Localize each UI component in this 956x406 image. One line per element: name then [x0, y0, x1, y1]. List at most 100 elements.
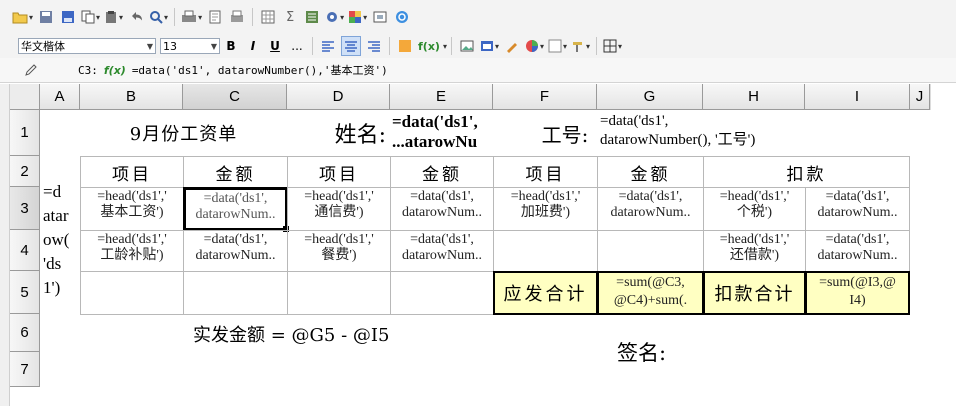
grid-icon[interactable]: [259, 8, 277, 26]
format-toolbar: 华文楷体 ▼ 13 ▼ B I U ... f(x) ▾ ▾ ▾ ▾ ▾ ▾: [0, 34, 956, 59]
insert-image-icon[interactable]: [458, 37, 476, 55]
cell-e3[interactable]: =data('ds1', datarowNum..: [390, 187, 494, 231]
row-header-2[interactable]: 2: [10, 156, 40, 187]
cell-e1-name-formula[interactable]: =data('ds1', ...atarowNu: [390, 110, 500, 156]
cell-i4[interactable]: =data('ds1', datarowNum..: [805, 230, 910, 272]
cell-c3-selected[interactable]: =data('ds1', datarowNum..: [183, 187, 288, 231]
select-all-corner[interactable]: [10, 84, 40, 110]
column-header-j[interactable]: J: [910, 84, 930, 110]
copy-icon[interactable]: ▾: [81, 8, 100, 26]
cell-h5-deduction-total-label[interactable]: 扣款合计: [703, 271, 806, 315]
column-header-i[interactable]: I: [805, 84, 910, 110]
cell-e4[interactable]: =data('ds1', datarowNum..: [390, 230, 494, 272]
column-header-b[interactable]: B: [80, 84, 183, 110]
report-icon[interactable]: [303, 8, 321, 26]
print-preview-icon[interactable]: [206, 8, 224, 26]
row-header-3[interactable]: 3: [10, 187, 40, 230]
cell-c2-header[interactable]: 金额: [183, 156, 288, 188]
cell-g2-header[interactable]: 金额: [597, 156, 704, 188]
undo-icon[interactable]: [127, 8, 145, 26]
help-icon[interactable]: [393, 8, 411, 26]
insert-chart-icon[interactable]: ▾: [480, 37, 499, 55]
save-icon[interactable]: [37, 8, 55, 26]
toolbar-separator: [389, 37, 390, 55]
cell-f2-header[interactable]: 项目: [493, 156, 598, 188]
settings-icon[interactable]: ▾: [325, 8, 344, 26]
font-size-select[interactable]: 13 ▼: [160, 38, 220, 54]
page-setup-icon[interactable]: [228, 8, 246, 26]
cell-e5-empty[interactable]: [390, 271, 494, 315]
bold-button[interactable]: B: [222, 37, 240, 55]
spreadsheet-grid: A B C D E F G H I J 1 2 3 4 5 6 7 9月份工资单…: [0, 84, 956, 406]
cell-f3[interactable]: =head('ds1',' 加班费'): [493, 187, 598, 231]
cell-g3[interactable]: =data('ds1', datarowNum..: [597, 187, 704, 231]
color-wheel-icon[interactable]: ▾: [525, 37, 544, 55]
row-header-6[interactable]: 6: [10, 314, 40, 352]
border-style-icon[interactable]: ▾: [548, 37, 567, 55]
save-as-icon[interactable]: [59, 8, 77, 26]
cell-f4-empty[interactable]: [493, 230, 598, 272]
cell-c4[interactable]: =data('ds1', datarowNum..: [183, 230, 288, 272]
print-icon[interactable]: ▾: [181, 8, 202, 26]
cell-b4[interactable]: =head('ds1',' 工龄补贴'): [80, 230, 184, 272]
cell-c5-empty[interactable]: [183, 271, 288, 315]
find-icon[interactable]: ▾: [149, 8, 168, 26]
column-header-a[interactable]: A: [40, 84, 80, 110]
cell-f1-id-label[interactable]: 工号:: [530, 110, 600, 156]
cell-a3-merged[interactable]: =d atar ow( 'ds 1'): [40, 180, 80, 310]
cell-d5-empty[interactable]: [287, 271, 391, 315]
cell-b3[interactable]: =head('ds1',' 基本工资'): [80, 187, 184, 231]
underline-button[interactable]: U: [266, 37, 284, 55]
fill-color-icon[interactable]: [396, 37, 414, 55]
cell-h4[interactable]: =head('ds1',' 还借款'): [703, 230, 806, 272]
align-center-icon[interactable]: [341, 36, 361, 56]
cell-c6-net-pay[interactable]: 实发金额 = @G5 - @I5: [183, 317, 443, 351]
cell-g5-gross-total-formula[interactable]: =sum(@C3, @C4)+sum(.: [597, 271, 704, 315]
fullscreen-icon[interactable]: [371, 8, 389, 26]
cell-d2-header[interactable]: 项目: [287, 156, 391, 188]
format-painter-icon[interactable]: ▾: [571, 37, 590, 55]
cell-h3[interactable]: =head('ds1',' 个税'): [703, 187, 806, 231]
column-header-c[interactable]: C: [183, 84, 287, 110]
column-header-d[interactable]: D: [287, 84, 390, 110]
cell-b1-title[interactable]: 9月份工资单: [80, 110, 287, 156]
function-button[interactable]: f(x): [418, 37, 440, 55]
cell-b5-empty[interactable]: [80, 271, 184, 315]
edit-pencil-icon[interactable]: [22, 61, 40, 79]
column-header-g[interactable]: G: [597, 84, 703, 110]
cell-e2-header[interactable]: 金额: [390, 156, 494, 188]
sum-icon[interactable]: Σ: [281, 8, 299, 26]
color-icon[interactable]: ▾: [348, 8, 367, 26]
formula-input[interactable]: =data('ds1', datarowNumber(),'基本工资'): [132, 62, 388, 78]
cell-i5-deduction-total-formula[interactable]: =sum(@I3,@ I4): [805, 271, 910, 315]
row-header-7[interactable]: 7: [10, 352, 40, 387]
open-folder-icon[interactable]: ▾: [12, 8, 33, 26]
chevron-down-icon[interactable]: ▾: [443, 42, 447, 51]
cell-i3[interactable]: =data('ds1', datarowNum..: [805, 187, 910, 231]
row-header-1[interactable]: 1: [10, 110, 40, 156]
align-left-icon[interactable]: [319, 37, 337, 55]
cell-d4[interactable]: =head('ds1',' 餐费'): [287, 230, 391, 272]
more-format-button[interactable]: ...: [288, 37, 306, 55]
paste-icon[interactable]: ▾: [104, 8, 123, 26]
toolbar-separator: [596, 37, 598, 55]
brush-icon[interactable]: [503, 37, 521, 55]
formula-bar: C3: f(x) =data('ds1', datarowNumber(),'基…: [0, 58, 956, 83]
cell-b2-header[interactable]: 项目: [80, 156, 184, 188]
row-header-4[interactable]: 4: [10, 230, 40, 271]
row-header-5[interactable]: 5: [10, 271, 40, 314]
cell-d1-name-label[interactable]: 姓名:: [287, 110, 390, 156]
cell-h2-deduction-header[interactable]: 扣款: [703, 156, 910, 188]
align-right-icon[interactable]: [365, 37, 383, 55]
borders-icon[interactable]: ▾: [603, 37, 622, 55]
cell-g6-signature-label[interactable]: 签名:: [597, 334, 707, 370]
cell-g4-empty[interactable]: [597, 230, 704, 272]
cell-g1-id-formula[interactable]: =data('ds1', datarowNumber(), '工号'): [600, 112, 900, 156]
font-name-select[interactable]: 华文楷体 ▼: [18, 38, 156, 54]
italic-button[interactable]: I: [244, 37, 262, 55]
column-header-f[interactable]: F: [493, 84, 597, 110]
column-header-e[interactable]: E: [390, 84, 493, 110]
cell-d3[interactable]: =head('ds1',' 通信费'): [287, 187, 391, 231]
column-header-h[interactable]: H: [703, 84, 805, 110]
cell-f5-gross-total-label[interactable]: 应发合计: [493, 271, 598, 315]
